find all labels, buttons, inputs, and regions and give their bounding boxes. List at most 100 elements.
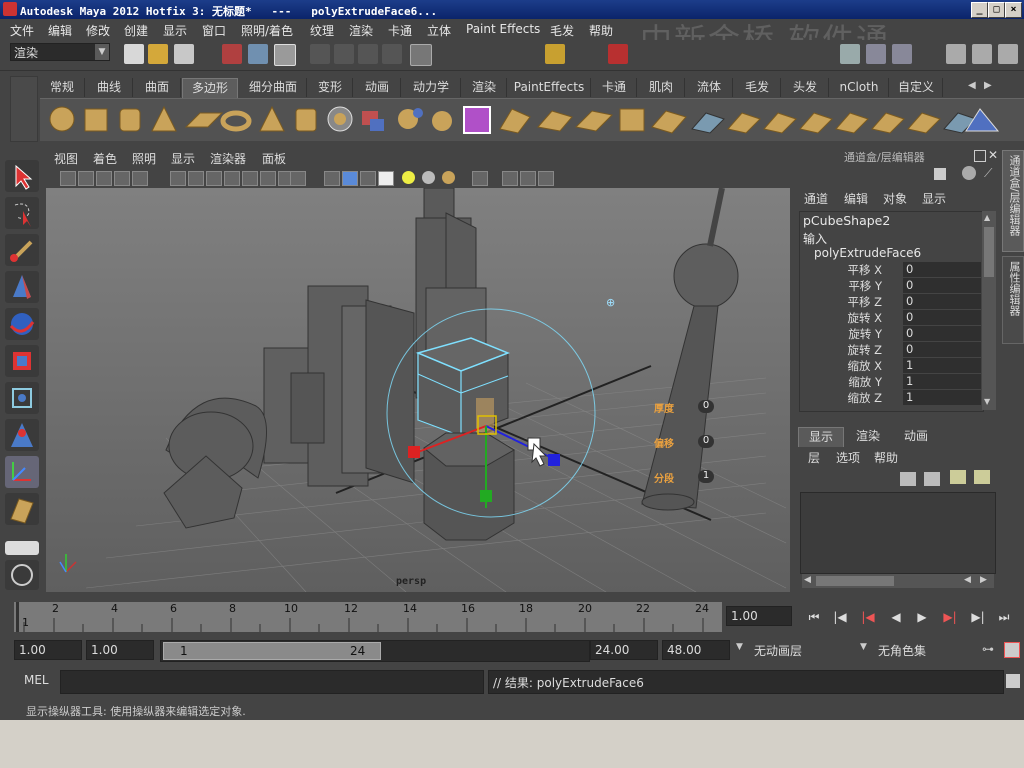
scroll-right-icon[interactable]: ▶ [980,575,987,585]
panel-menu-renderer[interactable]: 渲染器 [210,150,246,167]
key-icon[interactable]: ⊶ [982,642,994,656]
menu-stereo[interactable]: 立体 [427,22,451,39]
go-to-start-icon[interactable]: ⏮ [804,610,824,626]
play-forwards-icon[interactable]: ▶ [912,610,932,626]
isolate-select-icon[interactable] [502,171,518,186]
animation-start-field[interactable]: 1.00 [14,640,82,660]
menu-edit[interactable]: 编辑 [48,22,72,39]
image-plane-icon[interactable] [114,171,130,186]
layer-menu-options[interactable]: 选项 [836,449,860,466]
render-settings-icon[interactable] [892,44,912,64]
shelf-tab-animation[interactable]: 动画 [354,78,401,97]
shelf-tab-toon[interactable]: 卡通 [592,78,637,97]
step-back-frame-icon[interactable]: |◀ [830,610,850,626]
layer-tab-render[interactable]: 渲染 [846,427,890,446]
scroll-thumb[interactable] [984,227,994,277]
cb-menu-edit[interactable]: 编辑 [844,190,868,207]
script-lang-label[interactable]: MEL [24,673,49,687]
shelf-scroll-left-icon[interactable]: ◀ [968,80,976,91]
layer-list[interactable] [800,492,996,574]
channel-value[interactable]: 1 [903,358,981,373]
resolution-gate-icon[interactable] [206,171,222,186]
hud-offset[interactable]: 偏移 0 [646,435,716,450]
step-back-key-icon[interactable]: |◀ [858,610,878,626]
viewport-persp[interactable]: ⊕ 厚度 0 偏移 0 分段 1 persp [46,188,790,592]
playback-start-field[interactable]: 1.00 [86,640,154,660]
shelf-tab-curves[interactable]: 曲线 [86,78,133,97]
menu-create[interactable]: 创建 [124,22,148,39]
menu-toon[interactable]: 卡通 [388,22,412,39]
channel-value[interactable]: 0 [903,294,981,309]
wireframe-icon[interactable] [324,171,340,186]
panel-menu-show[interactable]: 显示 [171,150,195,167]
step-forward-frame-icon[interactable]: ▶| [968,610,988,626]
shelf-tab-fur[interactable]: 毛发 [734,78,781,97]
channel-box-display-icon[interactable] [962,166,976,180]
shelf-tab-deformation[interactable]: 变形 [308,78,353,97]
select-tool-button[interactable] [5,160,39,192]
menu-help[interactable]: 帮助 [589,22,613,39]
shelf-tab-general[interactable]: 常规 [40,78,85,97]
range-slider[interactable]: 1 24 [160,640,590,662]
side-tab-attribute-editor[interactable]: 属性编辑器 [1002,256,1024,344]
move-up-layer-icon[interactable] [950,470,966,484]
soft-mod-tool-button[interactable] [5,419,39,451]
menu-paint-effects[interactable]: Paint Effects [466,22,540,36]
camera-select-icon[interactable] [60,171,76,186]
panel-menu-panels[interactable]: 面板 [262,150,286,167]
shelf-tab-hair[interactable]: 头发 [782,78,829,97]
play-backwards-icon[interactable]: ◀ [886,610,906,626]
object-name[interactable]: pCubeShape2 [803,213,890,228]
shelf-tab-polygons[interactable]: 多边形 [182,78,238,98]
channel-value[interactable]: 0 [903,262,981,277]
layer-list-hscrollbar[interactable]: ◀ ◀ ▶ [802,574,994,588]
channel-value[interactable]: 0 [903,326,981,341]
menu-texturing[interactable]: 纹理 [310,22,334,39]
open-scene-icon[interactable] [148,44,168,64]
animation-end-field[interactable]: 48.00 [662,640,730,660]
scroll-down-icon[interactable]: ▼ [984,397,990,406]
lock-icon[interactable] [545,44,565,64]
panel-menu-lighting[interactable]: 照明 [132,150,156,167]
universal-manipulator-button[interactable] [5,382,39,414]
show-manipulator-tool-button[interactable] [5,456,39,488]
close-button[interactable]: × [1005,2,1022,18]
scroll-thumb[interactable] [816,576,894,586]
snap-point-icon[interactable] [358,44,378,64]
menu-fur[interactable]: 毛发 [550,22,574,39]
channel-box-scrollbar[interactable]: ▲ ▼ [982,211,996,410]
current-time-field[interactable]: 1.00 [726,606,792,626]
channel-row[interactable]: 旋转 X 0 [800,310,982,326]
film-gate-icon[interactable] [188,171,204,186]
anim-prefs-icon[interactable] [1004,642,1020,658]
script-editor-icon[interactable] [1006,674,1020,688]
wireframe-on-shaded-icon[interactable] [360,171,376,186]
channel-row[interactable]: 旋转 Z 0 [800,342,982,358]
side-tab-channel-box[interactable]: 通道盒/层编辑器 [1002,150,1024,252]
xray-active-icon[interactable] [538,171,554,186]
shadows-icon[interactable] [422,171,435,184]
safe-action-icon[interactable] [260,171,276,186]
bookmarks-icon[interactable] [96,171,112,186]
menu-window[interactable]: 窗口 [202,22,226,39]
channel-row[interactable]: 平移 Z 0 [800,294,982,310]
new-layer-selected-icon[interactable] [924,472,940,486]
minimize-button[interactable]: _ [971,2,988,18]
show-channel-box-icon[interactable] [946,44,966,64]
quick-layout-button[interactable] [5,541,39,555]
shelf-tab-custom[interactable]: 自定义 [890,78,943,97]
rotate-tool-button[interactable] [5,308,39,340]
hud-icon[interactable] [290,171,306,186]
shelf-tab-dynamics[interactable]: 动力学 [402,78,461,97]
layer-tab-display[interactable]: 显示 [798,427,844,447]
layer-tab-anim[interactable]: 动画 [894,427,938,446]
channel-row[interactable]: 平移 Y 0 [800,278,982,294]
save-scene-icon[interactable] [174,44,194,64]
menu-file[interactable]: 文件 [10,22,34,39]
shelf-tab-surfaces[interactable]: 曲面 [134,78,181,97]
field-chart-icon[interactable] [242,171,258,186]
channel-row[interactable]: 缩放 Z 1 [800,390,982,406]
scroll-up-icon[interactable]: ▲ [984,213,990,222]
show-tool-settings-icon[interactable] [972,44,992,64]
select-component-icon[interactable] [274,44,296,66]
